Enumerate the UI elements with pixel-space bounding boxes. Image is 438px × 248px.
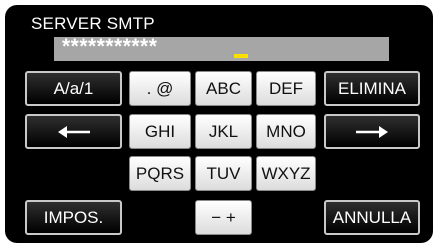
arrow-right-icon	[356, 125, 388, 138]
cursor-right-button[interactable]	[324, 114, 420, 149]
cursor-left-button[interactable]	[25, 114, 122, 149]
keyboard-screen: SERVER SMTP *********** A/a/1 . @ ABC DE…	[5, 5, 433, 243]
key-abc[interactable]: ABC	[195, 71, 252, 106]
key-ghi[interactable]: GHI	[129, 114, 191, 149]
key-jkl[interactable]: JKL	[195, 114, 252, 149]
key-minus-plus[interactable]: − +	[195, 200, 252, 235]
key-tuv[interactable]: TUV	[195, 156, 252, 191]
key-mno[interactable]: MNO	[256, 114, 316, 149]
set-button[interactable]: IMPOS.	[25, 200, 122, 235]
key-def[interactable]: DEF	[256, 71, 316, 106]
key-symbols[interactable]: . @	[129, 71, 191, 106]
case-toggle-button[interactable]: A/a/1	[25, 71, 122, 106]
key-wxyz[interactable]: WXYZ	[256, 156, 316, 191]
text-input-field[interactable]: ***********	[54, 37, 389, 61]
arrow-left-icon	[57, 125, 90, 138]
text-cursor	[234, 54, 248, 58]
key-pqrs[interactable]: PQRS	[129, 156, 191, 191]
cancel-button[interactable]: ANNULLA	[324, 200, 420, 235]
delete-button[interactable]: ELIMINA	[324, 71, 420, 106]
screen-title: SERVER SMTP	[31, 14, 155, 33]
masked-input-value: ***********	[62, 37, 158, 58]
